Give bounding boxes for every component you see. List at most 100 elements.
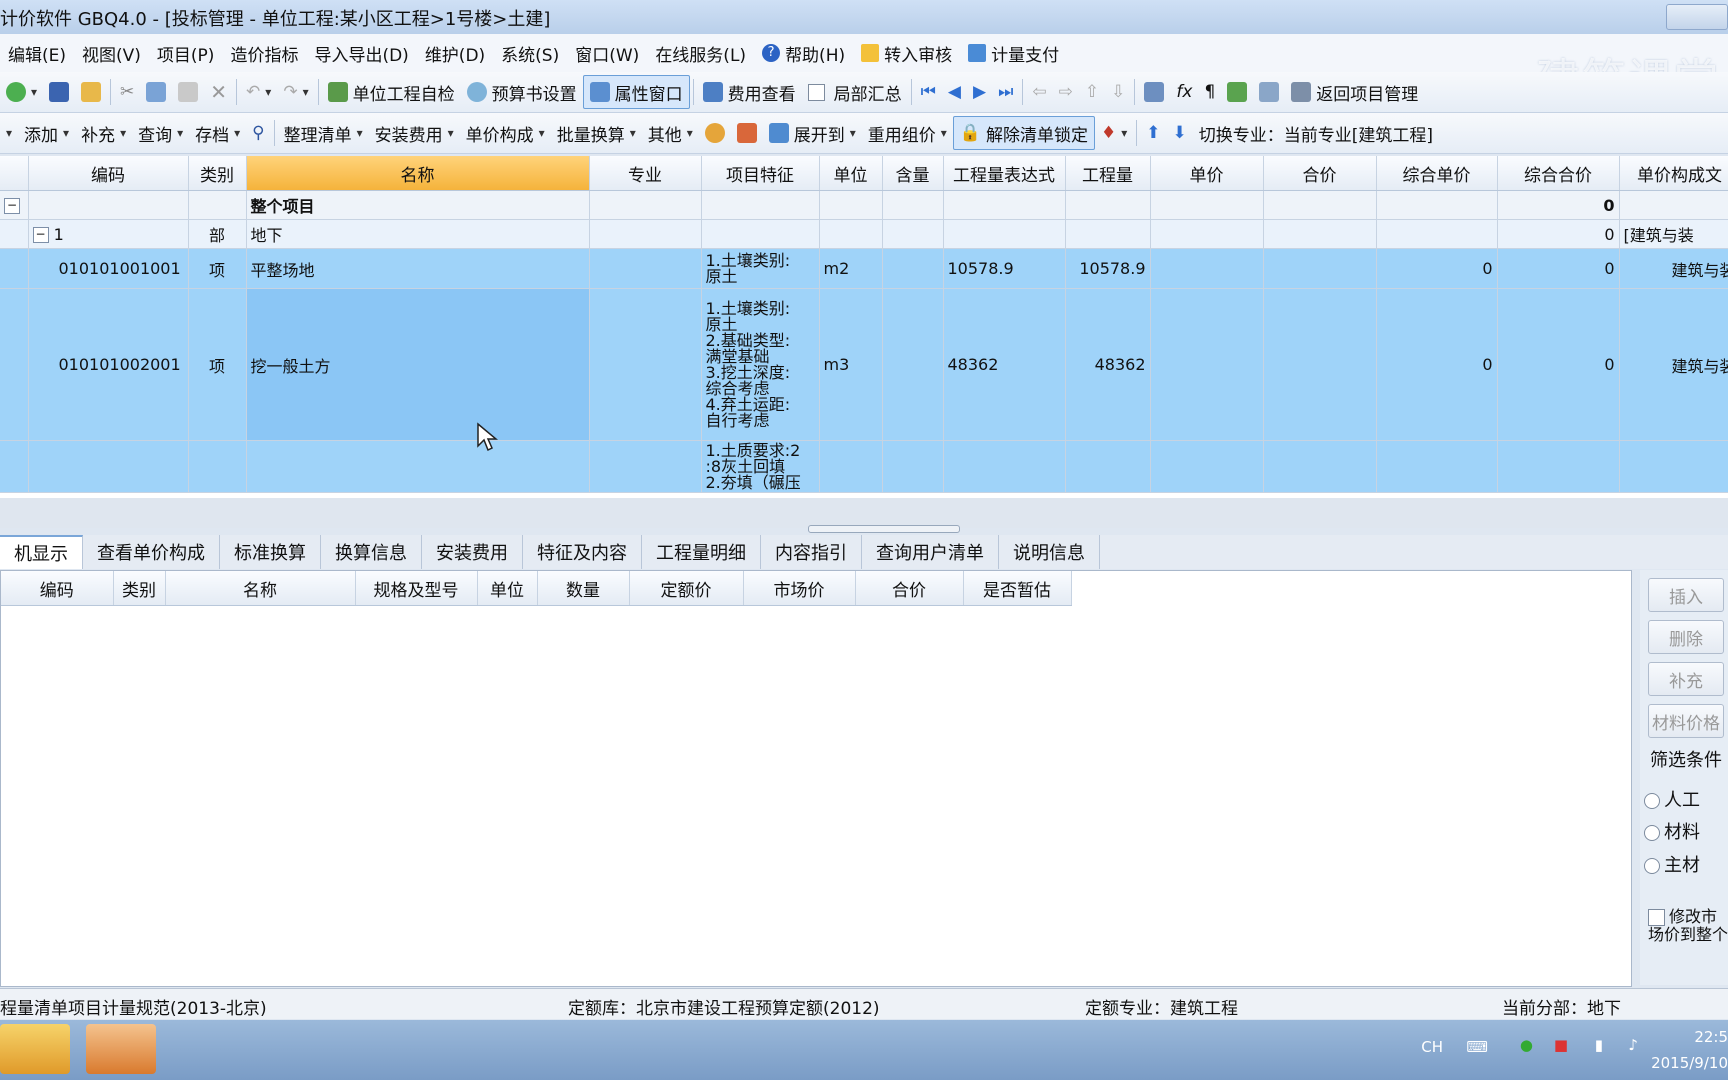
network-icon[interactable]: ▮ bbox=[1595, 1036, 1603, 1054]
column-header-comp-total[interactable]: 综合合价 bbox=[1497, 156, 1620, 191]
column-header-total[interactable]: 合价 bbox=[1263, 156, 1377, 191]
calculator-button[interactable] bbox=[1138, 76, 1170, 108]
clock-date[interactable]: 2015/9/10 bbox=[1651, 1054, 1728, 1072]
sub-header-total[interactable]: 合价 bbox=[855, 571, 964, 606]
batch-convert-button[interactable]: 批量换算 ▾ bbox=[551, 117, 642, 149]
other-button[interactable]: 其他 ▾ bbox=[642, 117, 699, 149]
new-button[interactable]: ▾ bbox=[0, 76, 43, 108]
prev-button[interactable]: ◀ bbox=[942, 76, 967, 108]
organize-list-button[interactable]: 整理清单 ▾ bbox=[278, 117, 369, 149]
keyboard-icon[interactable]: ⌨ bbox=[1466, 1038, 1488, 1056]
sub-header-code[interactable]: 编码 bbox=[1, 571, 114, 606]
undo-button[interactable]: ↶ ▾ bbox=[240, 76, 277, 108]
splitter[interactable] bbox=[0, 498, 1728, 528]
filter-labor-radio[interactable]: 人工 bbox=[1644, 786, 1700, 812]
fee-view-button[interactable]: 费用查看 bbox=[697, 76, 802, 108]
move-up-button[interactable]: ⇧ bbox=[1079, 76, 1105, 108]
column-header-feature[interactable]: 项目特征 bbox=[701, 156, 820, 191]
modify-market-price-checkbox[interactable]: 修改市场价到整个项目 bbox=[1648, 908, 1728, 944]
menu-transfer-audit[interactable]: 转入审核 bbox=[853, 41, 960, 66]
tab-user-list-query[interactable]: 查询用户清单 bbox=[862, 535, 999, 569]
column-header-comp-price[interactable]: 综合单价 bbox=[1376, 156, 1498, 191]
splitter-grip[interactable] bbox=[808, 525, 960, 533]
row-name[interactable] bbox=[246, 440, 590, 493]
next-button[interactable]: ▶ bbox=[967, 76, 992, 108]
menu-import-export[interactable]: 导入导出(D) bbox=[306, 41, 416, 66]
move-down-row-button[interactable]: ⬇ bbox=[1167, 117, 1193, 149]
tab-feature-content[interactable]: 特征及内容 bbox=[523, 535, 642, 569]
tab-convert-info[interactable]: 换算信息 bbox=[321, 535, 422, 569]
unit-check-button[interactable]: 单位工程自检 bbox=[322, 76, 461, 108]
paragraph-button[interactable]: ¶ bbox=[1198, 76, 1221, 108]
delete-row-button[interactable]: 删除 bbox=[1648, 620, 1724, 654]
ime-indicator[interactable]: CH bbox=[1421, 1038, 1443, 1056]
install-fee-button[interactable]: 安装费用 ▾ bbox=[369, 117, 460, 149]
menu-system[interactable]: 系统(S) bbox=[493, 41, 567, 66]
move-right-button[interactable]: ⇨ bbox=[1053, 76, 1079, 108]
sub-header-spec[interactable]: 规格及型号 bbox=[355, 571, 478, 606]
column-header-quantity[interactable]: 工程量 bbox=[1065, 156, 1151, 191]
window-control-button[interactable] bbox=[1666, 4, 1728, 30]
sub-header-quota-price[interactable]: 定额价 bbox=[629, 571, 744, 606]
return-project-button[interactable]: 返回项目管理 bbox=[1285, 76, 1424, 108]
menu-maintain[interactable]: 维护(D) bbox=[417, 41, 493, 66]
unlock-list-button[interactable]: 🔒 解除清单锁定 bbox=[952, 116, 1095, 150]
sub-header-category[interactable]: 类别 bbox=[113, 571, 166, 606]
column-header-composition[interactable]: 单价构成文 bbox=[1619, 156, 1728, 191]
paste-button[interactable] bbox=[172, 76, 204, 108]
supplement-row-button[interactable]: 补充 bbox=[1648, 662, 1724, 696]
tab-unit-price-composition[interactable]: 查看单价构成 bbox=[83, 535, 220, 569]
move-up-row-button[interactable]: ⬆ bbox=[1140, 117, 1166, 149]
sub-header-unit[interactable]: 单位 bbox=[477, 571, 538, 606]
tab-quantity-detail[interactable]: 工程量明细 bbox=[642, 535, 761, 569]
move-left-button[interactable]: ⇦ bbox=[1026, 76, 1052, 108]
menu-edit[interactable]: 编辑(E) bbox=[0, 41, 74, 66]
security-icon[interactable]: ● bbox=[1520, 1036, 1533, 1054]
table-row[interactable]: 1.土质要求:2 :8灰土回填 2.夯填（碾压 bbox=[0, 440, 1728, 493]
tool-b-button[interactable] bbox=[731, 117, 763, 149]
property-window-button[interactable]: 属性窗口 bbox=[582, 75, 690, 109]
unit-price-composition-button[interactable]: 单价构成 ▾ bbox=[460, 117, 551, 149]
sub-header-name[interactable]: 名称 bbox=[165, 571, 356, 606]
first-button[interactable]: ⏮ bbox=[915, 76, 942, 108]
partial-summary-checkbox[interactable]: 局部汇总 bbox=[802, 76, 908, 108]
last-button[interactable]: ⏭ bbox=[992, 76, 1019, 108]
filter-material-radio[interactable]: 材料 bbox=[1644, 818, 1700, 844]
column-header-category[interactable]: 类别 bbox=[188, 156, 247, 191]
tab-standard-convert[interactable]: 标准换算 bbox=[220, 535, 321, 569]
menu-project[interactable]: 项目(P) bbox=[149, 41, 223, 66]
column-header-expression[interactable]: 工程量表达式 bbox=[943, 156, 1066, 191]
menu-view[interactable]: 视图(V) bbox=[74, 41, 149, 66]
collapse-icon[interactable]: − bbox=[32, 227, 49, 243]
column-header-content[interactable]: 含量 bbox=[882, 156, 944, 191]
volume-icon[interactable]: ♪ bbox=[1628, 1036, 1638, 1054]
move-down-button[interactable]: ⇩ bbox=[1105, 76, 1131, 108]
menu-help[interactable]: ? 帮助(H) bbox=[754, 41, 853, 66]
column-header-name[interactable]: 名称 bbox=[246, 156, 590, 191]
bill-grid[interactable]: 编码 类别 名称 专业 项目特征 单位 含量 工程量表达式 工程量 单价 合价 … bbox=[0, 156, 1728, 498]
taskbar-app-notes[interactable] bbox=[0, 1024, 70, 1074]
table-row[interactable]: 010101002001 项 挖一般土方 1.土壤类别: 原土 2.基础类型: … bbox=[0, 288, 1728, 441]
clock-time[interactable]: 22:5 bbox=[1694, 1028, 1728, 1046]
redo-button[interactable]: ↷ ▾ bbox=[277, 76, 314, 108]
column-header-unit[interactable]: 单位 bbox=[819, 156, 883, 191]
sub-header-provisional[interactable]: 是否暂估 bbox=[963, 571, 1072, 606]
add-button[interactable]: 添加 ▾ bbox=[18, 117, 75, 149]
open-button[interactable] bbox=[75, 76, 107, 108]
copy-button[interactable] bbox=[140, 76, 172, 108]
tab-content-guide[interactable]: 内容指引 bbox=[761, 535, 862, 569]
menu-window[interactable]: 窗口(W) bbox=[567, 41, 647, 66]
sub-header-market-price[interactable]: 市场价 bbox=[743, 571, 856, 606]
tab-description[interactable]: 说明信息 bbox=[999, 535, 1100, 569]
row-name[interactable]: 平整场地 bbox=[246, 248, 590, 289]
fill-color-button[interactable]: ♦ ▾ bbox=[1095, 117, 1133, 149]
tab-machine-display[interactable]: 机显示 bbox=[0, 535, 83, 569]
cube-button[interactable] bbox=[1221, 76, 1253, 108]
collapse-icon[interactable]: − bbox=[4, 198, 20, 214]
tab-install-fee[interactable]: 安装费用 bbox=[422, 535, 523, 569]
app-tray-icon[interactable]: ■ bbox=[1554, 1036, 1568, 1054]
row-name[interactable]: 整个项目 bbox=[246, 190, 590, 220]
query-button[interactable]: 查询 ▾ bbox=[132, 117, 189, 149]
row-name[interactable]: 挖一般土方 bbox=[246, 288, 590, 441]
tool-a-button[interactable] bbox=[699, 117, 731, 149]
